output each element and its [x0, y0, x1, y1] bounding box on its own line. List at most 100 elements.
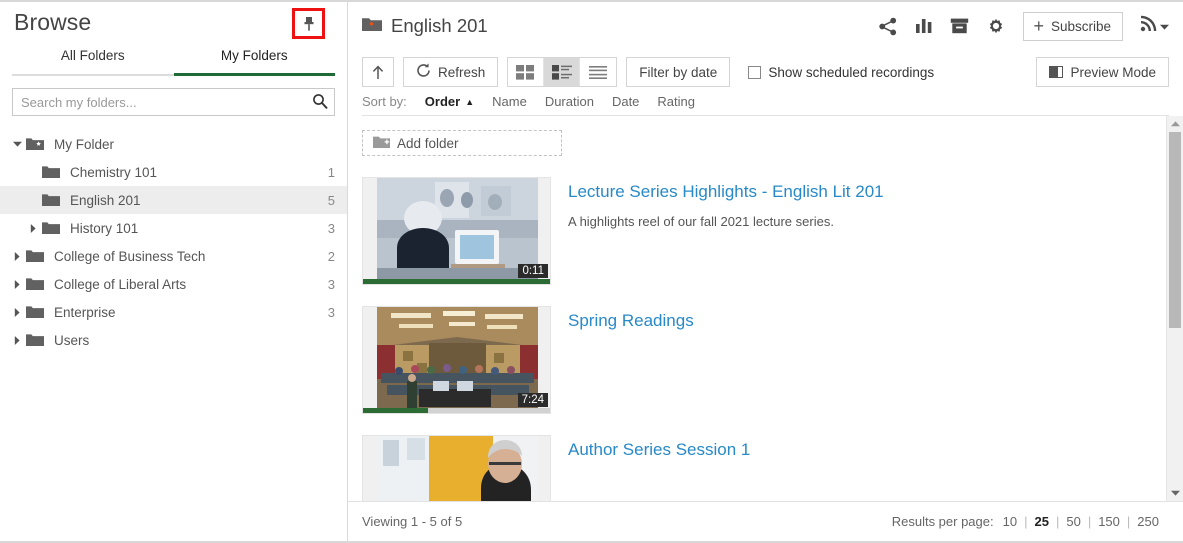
folder-icon: [26, 305, 48, 319]
page-title: Browse: [14, 9, 92, 35]
add-folder-button[interactable]: Add folder: [362, 130, 562, 156]
sidebar-header: Browse: [0, 2, 347, 46]
filter-by-date-button[interactable]: Filter by date: [626, 57, 731, 87]
sort-date[interactable]: Date: [612, 94, 639, 109]
folder-icon: [26, 277, 48, 291]
scrollbar-thumb[interactable]: [1169, 132, 1181, 328]
chevron-down-icon: [1160, 17, 1169, 35]
list-footer: Viewing 1 - 5 of 5 Results per page: 10 |…: [348, 501, 1183, 541]
results-separator: |: [1126, 514, 1131, 529]
plus-icon: +: [1033, 16, 1044, 36]
video-thumbnail[interactable]: 7:24: [362, 306, 551, 414]
folder-icon: [42, 165, 64, 179]
sort-by-label: Sort by:: [362, 94, 407, 109]
chevron-right-icon[interactable]: [8, 251, 26, 261]
tab-all-folders[interactable]: All Folders: [12, 48, 174, 76]
refresh-button[interactable]: Refresh: [403, 57, 499, 87]
folder-title: English 201: [391, 15, 488, 36]
navigate-up-button[interactable]: [362, 57, 394, 87]
video-metadata: Author Series Session 1: [568, 435, 1169, 501]
video-progress-bar: [363, 279, 550, 284]
sort-order[interactable]: Order ▲: [425, 94, 474, 109]
archive-icon[interactable]: [950, 17, 969, 35]
chevron-down-icon[interactable]: [8, 141, 26, 147]
folder-icon: [42, 193, 64, 207]
tree-item-my-folder[interactable]: My Folder: [0, 130, 347, 158]
folder-plus-icon: [373, 135, 390, 152]
sort-label-text: Name: [492, 94, 527, 109]
stats-icon[interactable]: [915, 17, 933, 35]
sort-duration[interactable]: Duration: [545, 94, 594, 109]
sort-label-text: Order: [424, 94, 461, 109]
video-progress-bar: [363, 408, 550, 413]
video-thumbnail[interactable]: [362, 435, 551, 501]
scroll-down-icon[interactable]: [1167, 485, 1183, 501]
preview-mode-icon: [1049, 66, 1064, 78]
search-input[interactable]: [12, 88, 335, 116]
tree-item-enterprise[interactable]: Enterprise 3: [0, 298, 347, 326]
results-per-page-option-50[interactable]: 50: [1066, 514, 1080, 529]
video-list-item: 7:24 Spring Readings: [362, 306, 1169, 414]
sort-label-text: Date: [611, 94, 640, 109]
video-title-link[interactable]: Spring Readings: [568, 310, 1169, 332]
results-per-page-option-250[interactable]: 250: [1137, 514, 1159, 529]
gear-icon[interactable]: [986, 16, 1006, 36]
results-separator: |: [1087, 514, 1092, 529]
share-icon[interactable]: [878, 17, 898, 36]
show-scheduled-recordings-checkbox[interactable]: Show scheduled recordings: [748, 65, 934, 80]
chevron-right-icon[interactable]: [8, 307, 26, 317]
video-thumbnail[interactable]: 0:11: [362, 177, 551, 285]
sort-rating[interactable]: Rating: [657, 94, 695, 109]
lecture-hall-thumbnail: [377, 307, 538, 411]
video-list-scrollbar[interactable]: [1166, 116, 1183, 501]
content-panel: English 201 + Subscribe Refresh Filter b…: [348, 2, 1183, 541]
sort-direction-caret: ▲: [465, 96, 475, 107]
tree-item-english-201[interactable]: English 201 5: [0, 186, 347, 214]
video-title-link[interactable]: Author Series Session 1: [568, 439, 1169, 461]
preview-mode-button[interactable]: Preview Mode: [1036, 57, 1169, 87]
scroll-up-icon[interactable]: [1167, 116, 1183, 132]
chevron-right-icon[interactable]: [8, 335, 26, 345]
tree-item-chemistry-101[interactable]: Chemistry 101 1: [0, 158, 347, 186]
sort-bar: Sort by: Order ▲ Name Duration Date Rating: [348, 94, 1183, 115]
video-description: A highlights reel of our fall 2021 lectu…: [568, 214, 834, 229]
video-list-item: Author Series Session 1: [362, 435, 1169, 501]
tree-item-label: My Folder: [54, 136, 115, 152]
pin-button-highlight: [292, 8, 325, 39]
tree-item-users[interactable]: Users: [0, 326, 347, 354]
tree-item-count: 3: [327, 220, 335, 236]
video-metadata: Lecture Series Highlights - English Lit …: [568, 177, 1169, 285]
refresh-icon: [416, 63, 431, 81]
subscribe-button[interactable]: + Subscribe: [1023, 11, 1123, 41]
tree-item-count: 5: [327, 192, 335, 208]
folder-icon: [26, 249, 48, 263]
results-per-page-option-10[interactable]: 10: [1003, 514, 1017, 529]
tree-item-label: Users: [54, 332, 90, 348]
detail-view-icon[interactable]: [544, 58, 581, 86]
tree-item-college-of-liberal-arts[interactable]: College of Liberal Arts 3: [0, 270, 347, 298]
list-view-icon[interactable]: [580, 58, 616, 86]
folder-dot-icon: [362, 16, 382, 37]
folder-icon: [26, 333, 48, 347]
tree-item-college-of-business-tech[interactable]: College of Business Tech 2: [0, 242, 347, 270]
video-title-link[interactable]: Lecture Series Highlights - English Lit …: [568, 181, 1169, 203]
grid-view-icon[interactable]: [508, 58, 545, 86]
results-per-page-option-150[interactable]: 150: [1098, 514, 1120, 529]
folder-scope-tabs: All Folders My Folders: [0, 48, 347, 76]
chevron-right-icon[interactable]: [8, 279, 26, 289]
pin-icon[interactable]: [302, 16, 316, 32]
results-per-page-option-25[interactable]: 25: [1034, 514, 1048, 529]
folder-icon: [42, 221, 64, 235]
rss-dropdown[interactable]: [1140, 15, 1169, 37]
results-separator: |: [1055, 514, 1060, 529]
browse-app-window: Browse All Folders My Folders Search my …: [0, 0, 1183, 543]
chevron-right-icon[interactable]: [24, 223, 42, 233]
tree-item-history-101[interactable]: History 101 3: [0, 214, 347, 242]
rss-icon: [1140, 15, 1157, 37]
video-metadata: Spring Readings: [568, 306, 1169, 414]
subscribe-label: Subscribe: [1050, 18, 1111, 34]
tree-item-label: Enterprise: [54, 304, 116, 320]
sort-name[interactable]: Name: [492, 94, 527, 109]
tab-my-folders[interactable]: My Folders: [173, 48, 335, 76]
refresh-label: Refresh: [438, 64, 486, 80]
